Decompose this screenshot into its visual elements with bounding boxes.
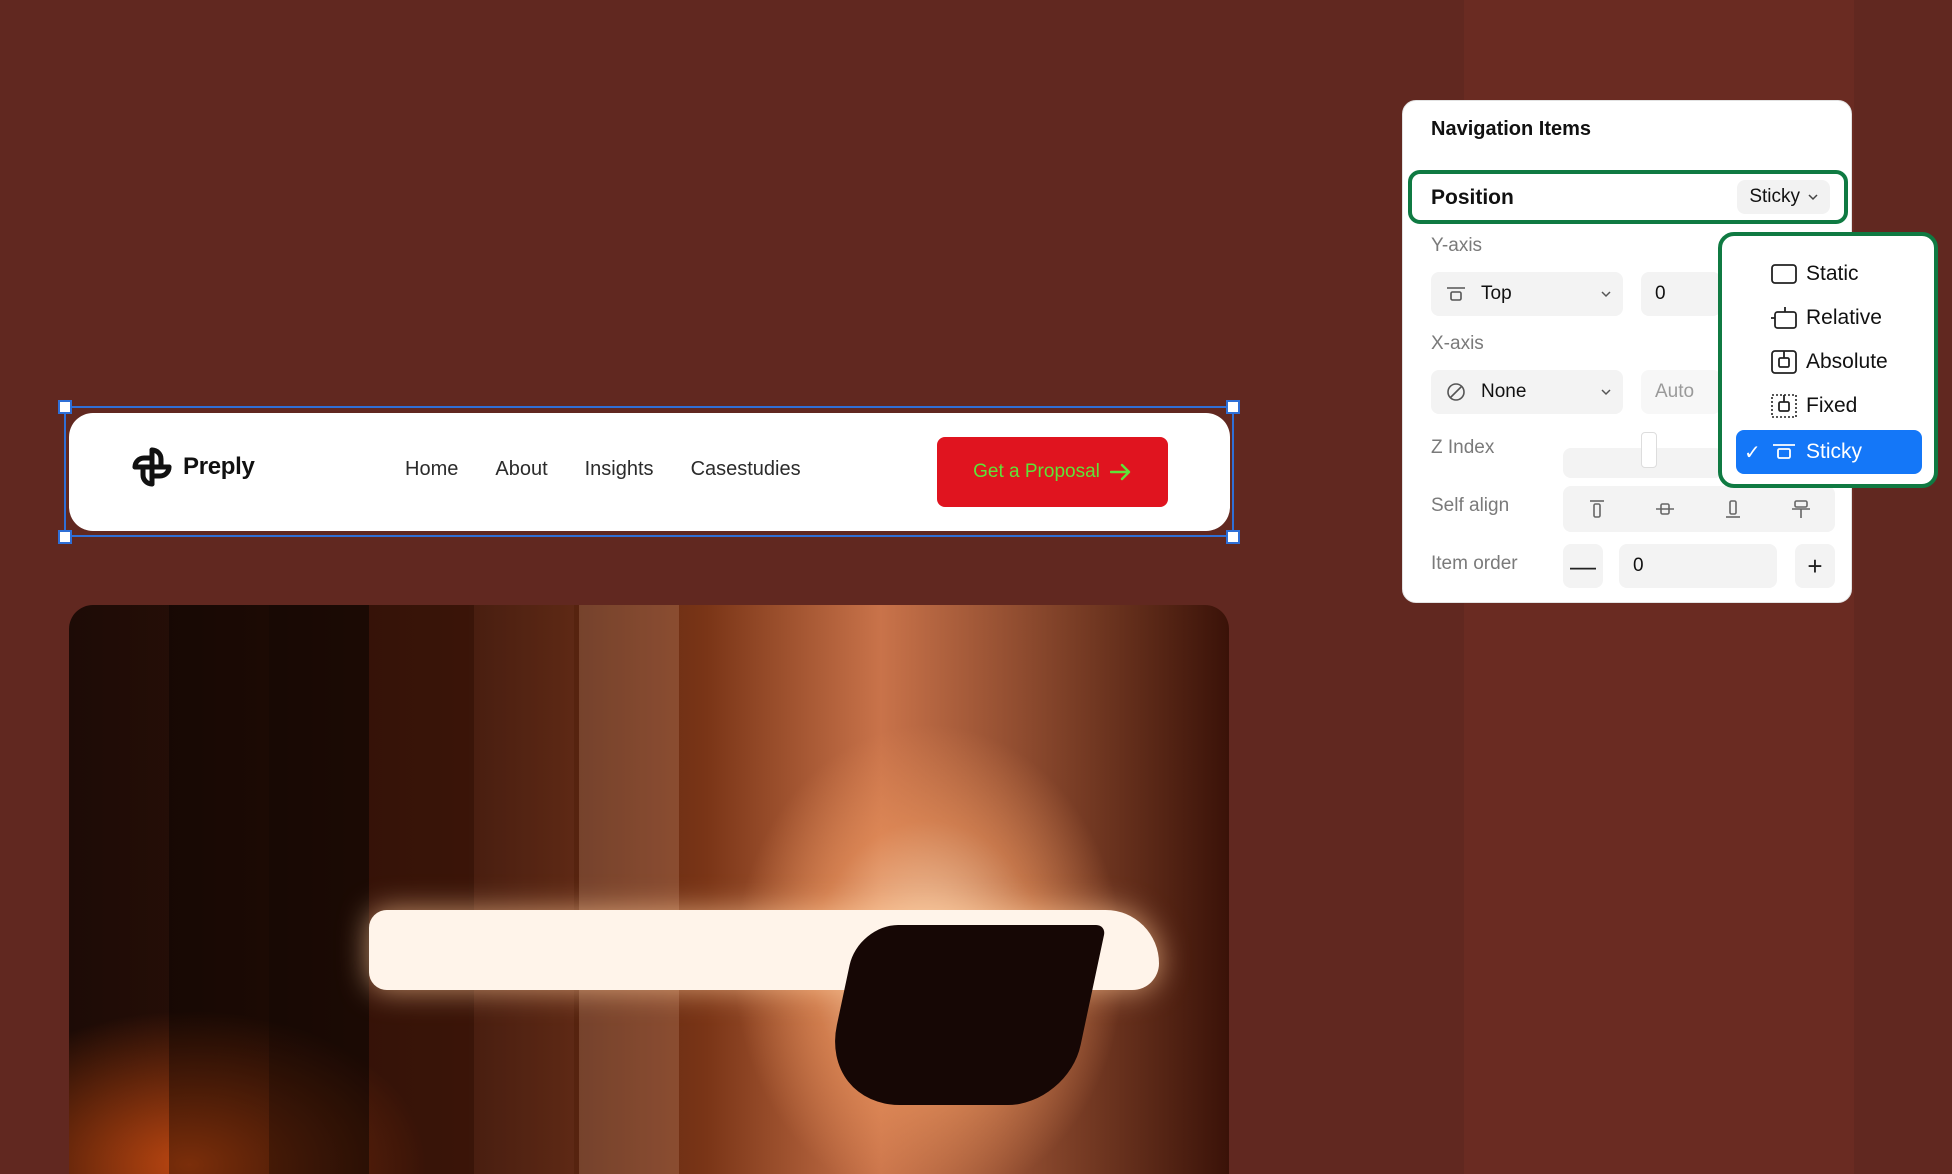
plus-icon: +: [1807, 550, 1823, 581]
image-slice: [474, 605, 574, 1174]
lens-shape: [819, 925, 1107, 1105]
option-label: Fixed: [1806, 394, 1858, 417]
align-bottom-icon[interactable]: [1721, 497, 1745, 521]
resize-handle-bottom-left[interactable]: [58, 530, 72, 544]
item-order-increment-button[interactable]: +: [1795, 544, 1835, 588]
item-order-label: Item order: [1431, 553, 1518, 574]
x-axis-value: Auto: [1655, 381, 1695, 402]
item-order-input[interactable]: 0: [1619, 544, 1777, 588]
position-option-sticky[interactable]: ✓ Sticky: [1736, 430, 1922, 474]
resize-handle-bottom-right[interactable]: [1226, 530, 1240, 544]
x-axis-label: X-axis: [1431, 333, 1484, 354]
position-select[interactable]: Sticky: [1737, 180, 1830, 214]
image-slice: [169, 605, 269, 1174]
y-axis-label: Y-axis: [1431, 235, 1483, 256]
x-axis-select[interactable]: None: [1431, 370, 1623, 414]
option-label: Relative: [1806, 306, 1882, 329]
chevron-down-icon: [1808, 194, 1818, 201]
y-axis-value: 0: [1655, 283, 1666, 304]
self-align-group: [1563, 486, 1835, 532]
sticky-icon: [1773, 444, 1795, 459]
minus-icon: —: [1570, 550, 1596, 581]
option-label: Absolute: [1806, 350, 1888, 373]
z-index-slider-thumb[interactable]: [1641, 432, 1657, 468]
position-option-relative[interactable]: Relative: [1736, 296, 1922, 340]
background-stripe: [1854, 0, 1952, 1174]
chevron-down-icon: [1601, 389, 1611, 396]
y-axis-anchor: Top: [1481, 283, 1512, 304]
option-label: Static: [1806, 262, 1859, 285]
position-value: Sticky: [1749, 186, 1800, 207]
item-order-decrement-button[interactable]: —: [1563, 544, 1603, 588]
position-option-fixed[interactable]: Fixed: [1736, 384, 1922, 428]
image-slice: [269, 605, 369, 1174]
option-label: Sticky: [1806, 440, 1863, 463]
align-top-icon: [1447, 287, 1465, 301]
self-align-label: Self align: [1431, 495, 1510, 516]
item-order-value: 0: [1633, 555, 1644, 576]
x-axis-anchor: None: [1481, 381, 1527, 402]
static-icon: [1771, 264, 1797, 284]
absolute-icon: [1771, 350, 1797, 374]
align-center-icon[interactable]: [1653, 497, 1677, 521]
position-dropdown-menu: Static Relative Absolute Fixed ✓ Sticky: [1718, 232, 1938, 488]
y-axis-select[interactable]: Top: [1431, 272, 1623, 316]
position-option-static[interactable]: Static: [1736, 252, 1922, 296]
fixed-icon: [1771, 394, 1797, 418]
position-option-absolute[interactable]: Absolute: [1736, 340, 1922, 384]
panel-title: Navigation Items: [1431, 118, 1592, 140]
resize-handle-top-right[interactable]: [1226, 400, 1240, 414]
selection-frame: [64, 406, 1234, 537]
x-axis-value-input[interactable]: Auto: [1641, 370, 1721, 414]
y-axis-value-input[interactable]: 0: [1641, 272, 1721, 316]
none-icon: [1447, 383, 1465, 401]
image-slice: [579, 605, 679, 1174]
position-label: Position: [1431, 186, 1514, 209]
align-top-icon[interactable]: [1585, 497, 1609, 521]
z-index-label: Z Index: [1431, 437, 1495, 458]
hero-image: [69, 605, 1229, 1174]
align-stretch-icon[interactable]: [1789, 497, 1813, 521]
chevron-down-icon: [1601, 291, 1611, 298]
checkmark-icon: ✓: [1744, 441, 1761, 464]
image-slice: [369, 605, 469, 1174]
relative-icon: [1771, 307, 1797, 329]
position-row[interactable]: Position Sticky: [1408, 170, 1848, 224]
resize-handle-top-left[interactable]: [58, 400, 72, 414]
